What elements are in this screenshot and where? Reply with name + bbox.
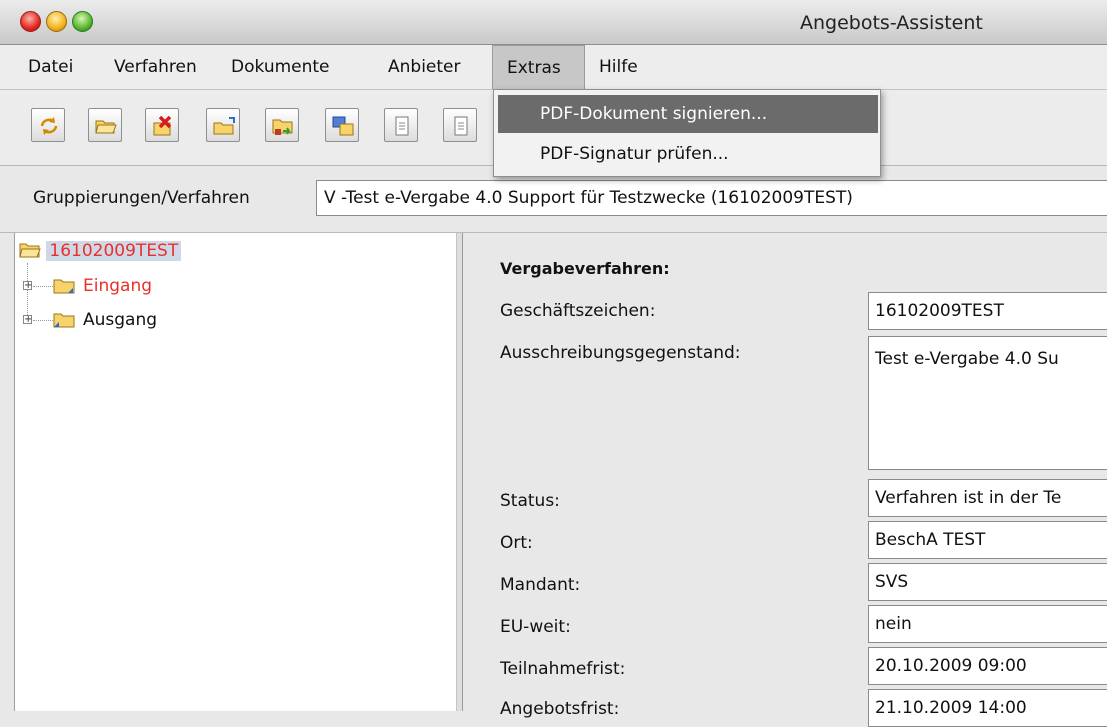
field-ort[interactable]: BeschA TEST: [868, 521, 1107, 559]
tree-root-label: 16102009TEST: [46, 241, 182, 261]
tree-node-label: Eingang: [83, 276, 153, 296]
menu-item-pdf-sign[interactable]: PDF-Dokument signieren...: [498, 95, 878, 133]
delete-icon: [153, 115, 172, 136]
section-title: Vergabeverfahren:: [500, 259, 670, 278]
field-ausschreibungsgegenstand[interactable]: Test e-Vergabe 4.0 Su: [868, 336, 1107, 470]
tree-root[interactable]: 16102009TEST: [19, 238, 182, 264]
menu-bar: Datei Verfahren Dokumente Anbieter Extra…: [0, 45, 1107, 90]
delete-button[interactable]: [145, 108, 179, 142]
document-icon: [454, 116, 468, 136]
minimize-window-button[interactable]: [46, 11, 67, 32]
import-icon: [272, 119, 293, 135]
label-ort: Ort:: [500, 533, 533, 553]
menu-extras[interactable]: Extras: [492, 45, 585, 89]
new-folder-icon: [213, 117, 235, 135]
panel-splitter[interactable]: [456, 233, 463, 711]
import-button[interactable]: [265, 108, 299, 142]
details-panel: Vergabeverfahren: Geschäftszeichen: 1610…: [463, 233, 1107, 727]
tree-line: [33, 286, 55, 287]
zoom-window-button[interactable]: [72, 11, 93, 32]
label-mandant: Mandant:: [500, 575, 581, 595]
expand-toggle[interactable]: +: [23, 281, 32, 291]
menu-verfahren[interactable]: Verfahren: [100, 45, 211, 89]
document-button-2[interactable]: [443, 108, 477, 142]
new-folder-button[interactable]: [206, 108, 240, 142]
field-status[interactable]: Verfahren ist in der Te: [868, 479, 1107, 517]
group-select[interactable]: V -Test e-Vergabe 4.0 Support für Testzw…: [316, 180, 1107, 216]
folder-icon: [53, 279, 75, 294]
field-eu-weit[interactable]: nein: [868, 605, 1107, 643]
document-icon: [395, 116, 409, 136]
tree-line: [33, 320, 55, 321]
group-label: Gruppierungen/Verfahren: [33, 188, 250, 208]
field-teilnahmefrist[interactable]: 20.10.2009 09:00: [868, 647, 1107, 685]
folder-icon: [53, 313, 75, 328]
field-geschaeftszeichen[interactable]: 16102009TEST: [868, 292, 1107, 330]
tree-node-label: Ausgang: [83, 310, 158, 330]
document-button-1[interactable]: [384, 108, 418, 142]
label-angebotsfrist: Angebotsfrist:: [500, 699, 620, 719]
move-icon: [332, 116, 354, 136]
label-status: Status:: [500, 491, 560, 511]
menu-dokumente[interactable]: Dokumente: [217, 45, 344, 89]
title-bar: Angebots-Assistent: [0, 0, 1107, 45]
refresh-button[interactable]: [31, 108, 65, 142]
menu-item-pdf-verify[interactable]: PDF-Signatur prüfen...: [498, 135, 878, 173]
tree-panel: 16102009TEST + Eingang + Ausgang: [14, 233, 457, 711]
extras-dropdown-menu: PDF-Dokument signieren... PDF-Signatur p…: [493, 89, 881, 177]
label-teilnahmefrist: Teilnahmefrist:: [500, 659, 626, 679]
open-folder-icon: [95, 120, 117, 134]
field-angebotsfrist[interactable]: 21.10.2009 14:00: [868, 689, 1107, 727]
window-title: Angebots-Assistent: [800, 12, 983, 34]
refresh-icon: [40, 117, 58, 135]
menu-anbieter[interactable]: Anbieter: [374, 45, 475, 89]
open-folder-icon: [19, 243, 41, 258]
label-ausschreibungsgegenstand: Ausschreibungsgegenstand:: [500, 343, 741, 363]
menu-datei[interactable]: Datei: [14, 45, 87, 89]
menu-hilfe[interactable]: Hilfe: [585, 45, 652, 89]
label-geschaeftszeichen: Geschäftszeichen:: [500, 301, 656, 321]
expand-toggle[interactable]: +: [23, 315, 32, 325]
move-button[interactable]: [325, 108, 359, 142]
label-eu-weit: EU-weit:: [500, 617, 571, 637]
open-button[interactable]: [88, 108, 122, 142]
field-mandant[interactable]: SVS: [868, 563, 1107, 601]
close-window-button[interactable]: [20, 11, 41, 32]
